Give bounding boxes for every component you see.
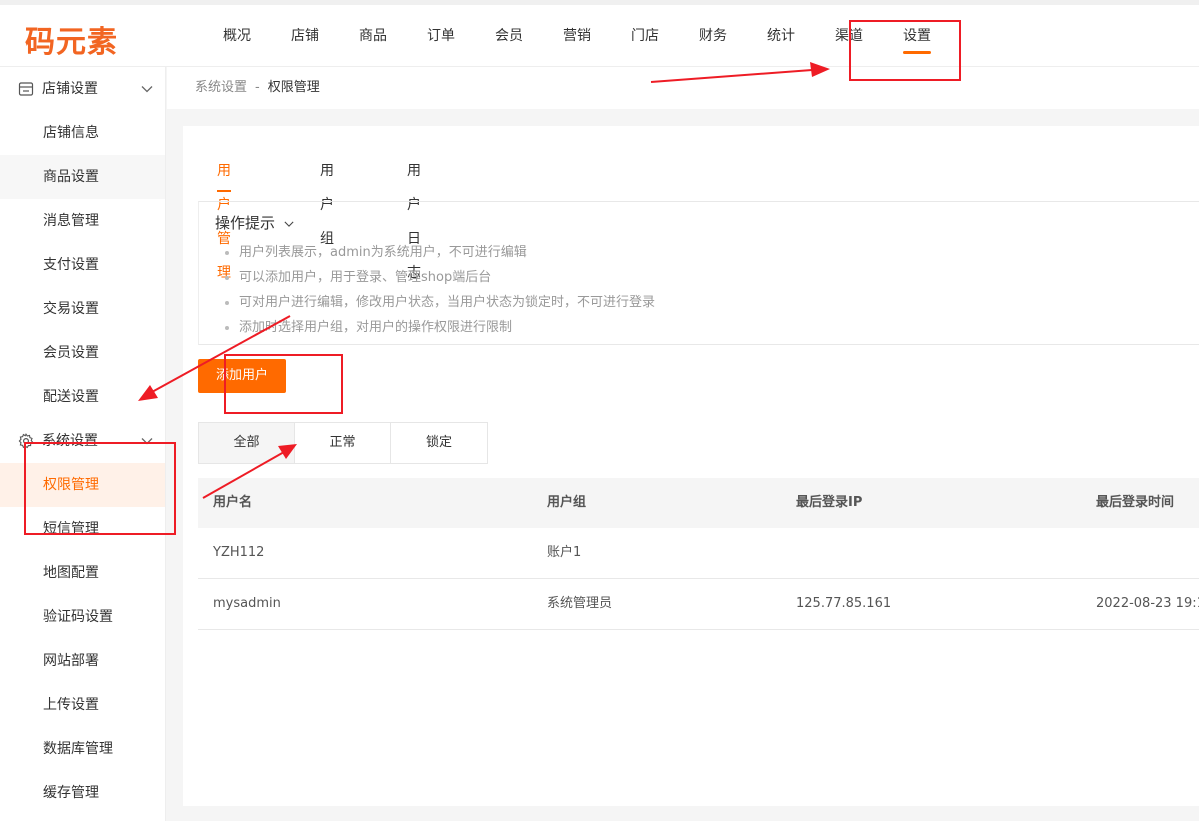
table-row[interactable]: mysadmin 系统管理员 125.77.85.161 2022-08-23 … — [198, 579, 1199, 630]
nav-orders[interactable]: 订单 — [407, 5, 475, 67]
nav-overview[interactable]: 概况 — [203, 5, 271, 67]
sidebar-item-deploy[interactable]: 网站部署 — [0, 639, 165, 683]
store-icon — [18, 82, 34, 96]
tips-title: 操作提示 — [215, 214, 276, 232]
filter-locked[interactable]: 锁定 — [391, 423, 487, 463]
sidebar-item-member-settings[interactable]: 会员设置 — [0, 331, 165, 375]
tips-toggle[interactable]: 操作提示 — [215, 212, 294, 233]
tip-item: 用户列表展示，admin为系统用户，不可进行编辑 — [223, 240, 655, 265]
sidebar-item-database[interactable]: 数据库管理 — [0, 727, 165, 771]
main-panel: 用户管理 用户组 用户日志 操作提示 用户列表展示，admin为系统用户，不可进… — [183, 126, 1199, 806]
breadcrumb-parent[interactable]: 系统设置 — [195, 80, 247, 95]
table-header: 用户名 用户组 最后登录IP 最后登录时间 — [198, 478, 1199, 528]
breadcrumb: 系统设置 - 权限管理 — [167, 67, 1199, 109]
chevron-down-icon — [141, 438, 153, 445]
breadcrumb-separator: - — [255, 80, 260, 95]
sidebar-group-system-settings[interactable]: 系统设置 — [0, 419, 165, 463]
sidebar-item-cache[interactable]: 缓存管理 — [0, 771, 165, 815]
add-user-button[interactable]: 添加用户 — [198, 359, 286, 393]
sidebar-item-message[interactable]: 消息管理 — [0, 199, 165, 243]
sidebar-item-goods-settings[interactable]: 商品设置 — [0, 155, 165, 199]
status-filter: 全部 正常 锁定 — [198, 422, 488, 464]
nav-goods[interactable]: 商品 — [339, 5, 407, 67]
tip-item: 可对用户进行编辑，修改用户状态，当用户状态为锁定时，不可进行登录 — [223, 290, 655, 315]
column-header-last-login: 最后登录时间 — [1096, 495, 1175, 510]
nav-channels[interactable]: 渠道 — [815, 5, 883, 67]
nav-finance[interactable]: 财务 — [679, 5, 747, 67]
tab-user-management[interactable]: 用户管理 — [217, 154, 231, 281]
cell-last-ip: 125.77.85.161 — [796, 596, 892, 611]
tip-item: 添加时选择用户组，对用户的操作权限进行限制 — [223, 315, 655, 340]
cell-last-login: 2022-08-23 19:1 — [1096, 596, 1199, 611]
chevron-down-icon — [284, 221, 294, 227]
nav-store[interactable]: 店铺 — [271, 5, 339, 67]
logo[interactable]: 码元素 — [25, 17, 118, 61]
nav-members[interactable]: 会员 — [475, 5, 543, 67]
filter-all[interactable]: 全部 — [199, 423, 295, 463]
sidebar-item-map[interactable]: 地图配置 — [0, 551, 165, 595]
nav-marketing[interactable]: 营销 — [543, 5, 611, 67]
column-header-last-ip: 最后登录IP — [796, 495, 863, 510]
nav-shops[interactable]: 门店 — [611, 5, 679, 67]
sidebar-item-store-info[interactable]: 店铺信息 — [0, 111, 165, 155]
column-header-username: 用户名 — [213, 495, 253, 510]
sidebar-item-sms[interactable]: 短信管理 — [0, 507, 165, 551]
main-nav: 概况 店铺 商品 订单 会员 营销 门店 财务 统计 渠道 设置 — [203, 5, 951, 67]
tab-user-groups[interactable]: 用户组 — [320, 154, 334, 247]
sidebar-item-upload[interactable]: 上传设置 — [0, 683, 165, 727]
nav-stats[interactable]: 统计 — [747, 5, 815, 67]
sidebar-item-payment[interactable]: 支付设置 — [0, 243, 165, 287]
chevron-down-icon — [141, 86, 153, 93]
cell-username: YZH112 — [213, 545, 265, 560]
nav-settings[interactable]: 设置 — [883, 5, 951, 67]
top-bar: 码元素 概况 店铺 商品 订单 会员 营销 门店 财务 统计 渠道 设置 — [0, 0, 1199, 67]
cell-username: mysadmin — [213, 596, 281, 611]
tip-item: 可以添加用户，用于登录、管理shop端后台 — [223, 265, 655, 290]
sidebar-item-delivery[interactable]: 配送设置 — [0, 375, 165, 419]
sidebar-group-store-settings[interactable]: 店铺设置 — [0, 67, 165, 111]
table-row[interactable]: YZH112 账户1 — [198, 528, 1199, 579]
sidebar-item-permissions[interactable]: 权限管理 — [0, 463, 165, 507]
cell-group: 系统管理员 — [547, 596, 613, 611]
sidebar-item-captcha[interactable]: 验证码设置 — [0, 595, 165, 639]
user-table: 用户名 用户组 最后登录IP 最后登录时间 YZH112 账户1 mysadmi… — [198, 478, 1199, 630]
sidebar-item-trade[interactable]: 交易设置 — [0, 287, 165, 331]
tab-user-logs[interactable]: 用户日志 — [407, 154, 421, 281]
column-header-group: 用户组 — [547, 495, 587, 510]
tips-list: 用户列表展示，admin为系统用户，不可进行编辑 可以添加用户，用于登录、管理s… — [223, 240, 655, 340]
gear-icon — [18, 433, 34, 449]
sidebar-group-label: 店铺设置 — [42, 81, 98, 97]
filter-normal[interactable]: 正常 — [295, 423, 391, 463]
tips-panel: 操作提示 用户列表展示，admin为系统用户，不可进行编辑 可以添加用户，用于登… — [198, 201, 1199, 345]
breadcrumb-current: 权限管理 — [267, 80, 320, 95]
cell-group: 账户1 — [547, 545, 582, 560]
sidebar-group-label: 系统设置 — [42, 433, 98, 449]
sidebar: 店铺设置 店铺信息 商品设置 消息管理 支付设置 交易设置 会员设置 配送设置 … — [0, 67, 166, 821]
